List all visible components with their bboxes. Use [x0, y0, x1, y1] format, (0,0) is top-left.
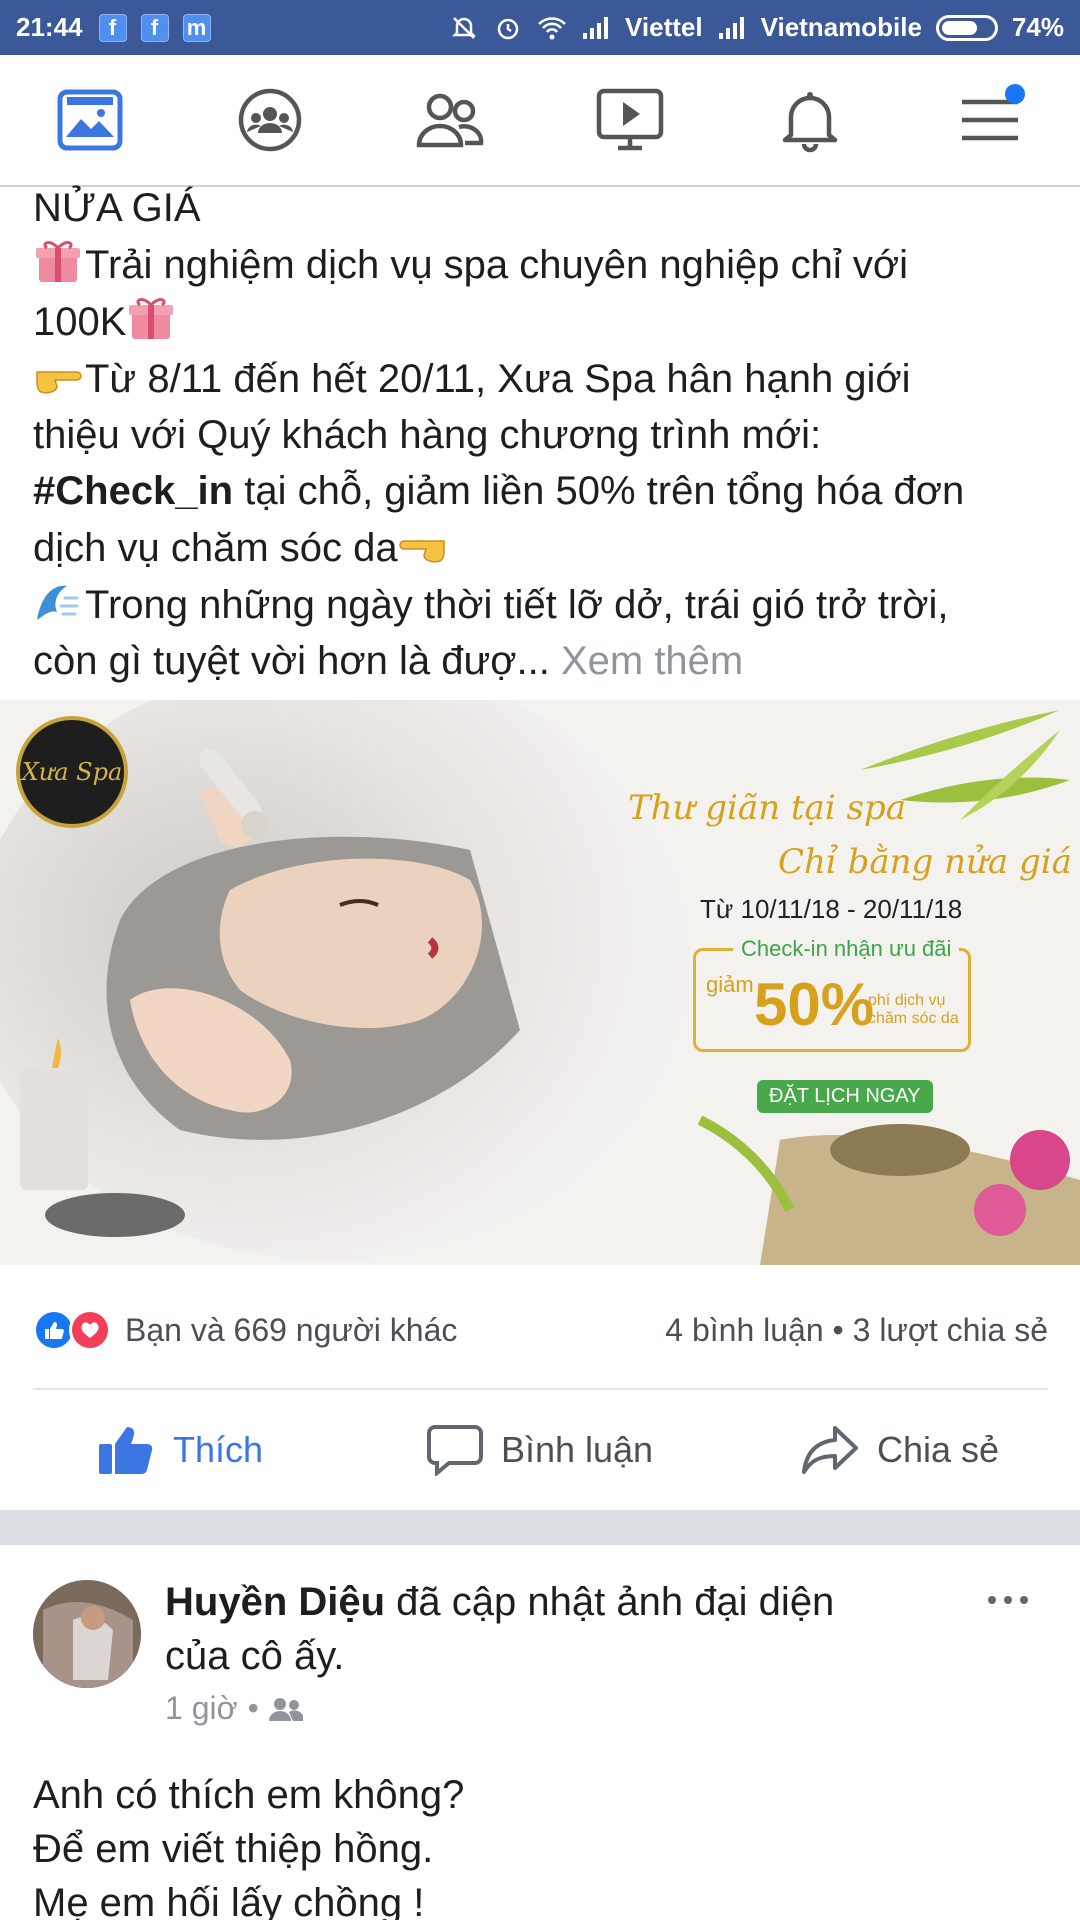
notification-dot	[1005, 84, 1025, 104]
author-name[interactable]: Huyền Diệu	[165, 1580, 385, 1624]
battery-icon	[935, 14, 998, 41]
mute-icon	[449, 13, 479, 43]
post-text-line: tại chỗ, giảm liền 50% trên tổng hóa đơn	[233, 469, 965, 513]
reactions-summary[interactable]: Bạn và 669 người khác 4 bình luận • 3 lư…	[33, 1300, 1048, 1360]
thumbs-up-icon	[98, 1427, 153, 1474]
pointing-left-icon	[398, 540, 445, 563]
messenger-app-icon: m	[182, 13, 211, 42]
post-text-line: còn gì tuyệt vời hơn là đượ...	[33, 639, 550, 683]
ad-offer-label: giảm	[706, 972, 754, 997]
spa-logo: Xưa Spa	[16, 716, 128, 828]
pointing-right-icon	[36, 371, 82, 394]
post-body: Anh có thích em không? Để em viết thiệp …	[33, 1768, 1053, 1920]
comments-shares-count[interactable]: 4 bình luận • 3 lượt chia sẻ	[665, 1312, 1048, 1349]
post-text: NỬA GIÁ Trải nghiệm dịch vụ spa chuyên n…	[33, 180, 1053, 689]
like-label: Thích	[172, 1429, 264, 1470]
signal-icon	[581, 13, 611, 43]
post-body-line: Anh có thích em không?	[33, 1773, 465, 1817]
alarm-icon	[493, 13, 523, 43]
reactions-count: Bạn và 669 người khác	[125, 1311, 458, 1348]
signal-icon	[717, 13, 747, 43]
divider	[33, 1388, 1048, 1390]
post-actions: Thích Bình luận Chia sẻ	[0, 1400, 1080, 1500]
see-more-link[interactable]: Xem thêm	[561, 639, 743, 683]
post-meta: 1 giờ •	[165, 1690, 303, 1727]
post-text-line: Trải nghiệm dịch vụ spa chuyên nghiệp ch…	[85, 243, 908, 287]
friends-audience-icon	[268, 1697, 303, 1721]
bell-icon	[782, 92, 838, 153]
wave-wind-icon	[37, 585, 79, 620]
post-action-text: của cô ấy.	[165, 1634, 345, 1678]
nav-watch[interactable]	[575, 70, 685, 170]
share-icon	[801, 1426, 858, 1474]
nav-news-feed[interactable]	[35, 70, 145, 170]
carrier-1: Viettel	[625, 12, 703, 42]
post-header: Huyền Diệu đã cập nhật ảnh đại diện của …	[165, 1575, 925, 1683]
post-text-line: NỬA GIÁ	[33, 186, 201, 230]
nav-friends[interactable]	[395, 70, 505, 170]
ad-offer-heading: Check-in nhận ưu đãi	[733, 936, 960, 962]
status-time: 21:44	[16, 12, 83, 42]
like-button[interactable]: Thích	[0, 1424, 360, 1476]
love-reaction-icon	[69, 1309, 111, 1351]
more-options-button[interactable]	[980, 1580, 1036, 1620]
comment-button[interactable]: Bình luận	[360, 1424, 720, 1476]
watch-icon	[596, 88, 664, 151]
post-text-line: dịch vụ chăm sóc da	[33, 526, 398, 570]
battery-percent: 74%	[1011, 12, 1064, 42]
hashtag-link[interactable]: #Check_in	[33, 469, 233, 513]
ad-offer-detail: phí dịch vụ chăm sóc da	[868, 992, 959, 1027]
share-button[interactable]: Chia sẻ	[720, 1424, 1080, 1476]
wifi-icon	[537, 13, 567, 43]
groups-icon	[238, 88, 302, 152]
friends-icon	[416, 93, 484, 148]
post-time[interactable]: 1 giờ	[165, 1690, 238, 1727]
nav-notifications[interactable]	[755, 70, 865, 170]
post-text-line: Trong những ngày thời tiết lỡ dở, trái g…	[85, 583, 949, 627]
nav-groups[interactable]	[215, 70, 325, 170]
top-nav-bar	[0, 55, 1080, 187]
nav-menu[interactable]	[935, 70, 1045, 170]
facebook-app-icon: f	[140, 13, 169, 42]
ad-headline: Chỉ bằng nửa giá	[778, 842, 1072, 882]
post-body-line: Để em viết thiệp hồng.	[33, 1827, 434, 1871]
facebook-app-icon: f	[98, 13, 127, 42]
feed-separator	[0, 1510, 1080, 1545]
post-body-line: Mẹ em hối lấy chồng !	[33, 1881, 425, 1920]
news-feed-icon	[57, 89, 123, 151]
ad-offer-percent: 50%	[754, 971, 875, 1038]
post-text-line: 100K	[33, 300, 127, 344]
comment-label: Bình luận	[500, 1429, 654, 1470]
comment-icon	[426, 1425, 483, 1476]
gift-icon	[129, 298, 174, 339]
ad-cta-badge: ĐẶT LỊCH NGAY	[757, 1080, 933, 1113]
meta-separator: •	[247, 1690, 259, 1726]
carrier-2: Vietnamobile	[760, 12, 922, 42]
post-text-line: Từ 8/11 đến hết 20/11, Xưa Spa hân hạnh …	[85, 357, 911, 401]
post-photo[interactable]: Xưa Spa Thư giãn tại spa Chỉ bằng nửa gi…	[0, 700, 1080, 1265]
share-label: Chia sẻ	[876, 1429, 1000, 1470]
gift-icon	[36, 241, 80, 282]
ad-dates: Từ 10/11/18 - 20/11/18	[700, 894, 963, 924]
post-text-line: thiệu với Quý khách hàng chương trình mớ…	[33, 413, 822, 457]
avatar[interactable]	[33, 1580, 141, 1688]
post-action-text: đã cập nhật ảnh đại diện	[385, 1580, 835, 1624]
ad-headline: Thư giãn tại spa	[628, 788, 906, 828]
status-bar: 21:44 f f m Viettel Vietnamobile 74%	[0, 0, 1080, 55]
